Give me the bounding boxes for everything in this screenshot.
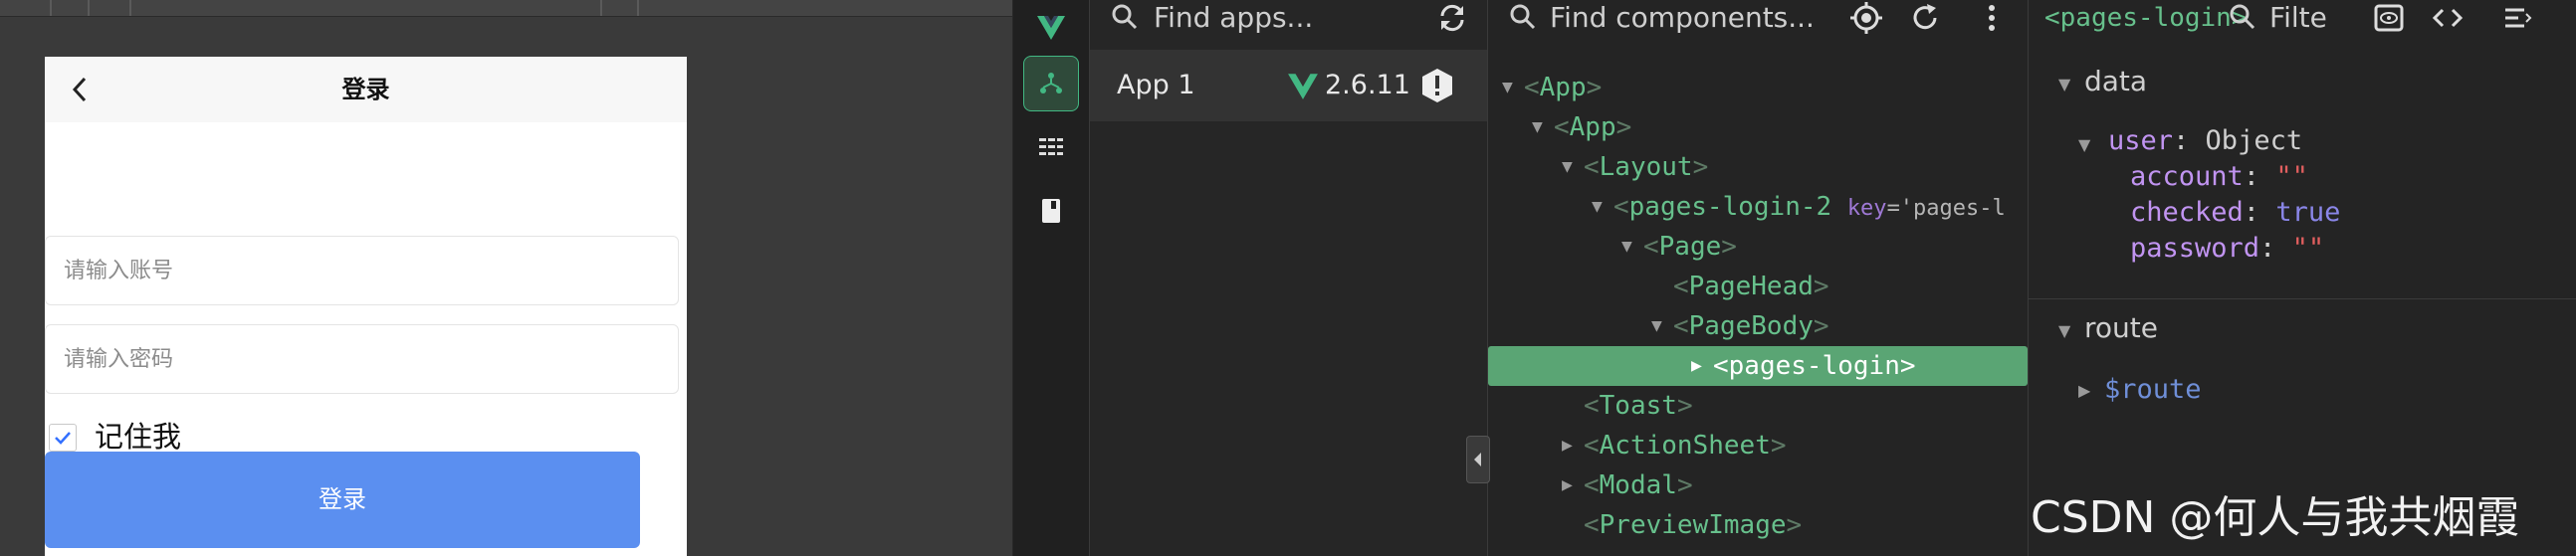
page-title: 登录 <box>341 76 390 103</box>
data-section-title: data <box>2084 65 2148 97</box>
collapse-arrow-icon[interactable]: ▼ <box>1532 107 1552 147</box>
tree-node[interactable]: ▶ <ActionSheet> <box>1488 426 2028 465</box>
collapse-arrow-icon[interactable]: ▼ <box>1621 227 1641 267</box>
collapse-arrow-icon[interactable]: ▼ <box>1502 68 1522 107</box>
tree-node-label: <ActionSheet> <box>1584 431 1787 461</box>
search-icon <box>1112 4 1138 30</box>
tree-node-label: <Layout> <box>1584 152 1709 182</box>
navigation-bar: 登录 <box>45 57 687 122</box>
tree-node[interactable]: <PageHead> <box>1488 267 2028 306</box>
tree-node[interactable]: ▶ <Modal> <box>1488 465 2028 505</box>
code-icon[interactable] <box>2431 2 2465 34</box>
vue-logo-icon <box>1023 0 1079 56</box>
expand-arrow-icon[interactable]: ▶ <box>1691 346 1711 386</box>
tree-node-label: <App> <box>1524 73 1603 102</box>
phone-screen: 登录 请输入账号 请输入密码 记住我 登录 <box>45 57 687 556</box>
tree-node-label: <App> <box>1554 112 1632 142</box>
tree-node[interactable]: ▼ <Page> <box>1488 227 2028 267</box>
data-section: ▼ data ▼ user: Object account: "" checked… <box>2029 60 2576 299</box>
password-input[interactable]: 请输入密码 <box>45 324 679 394</box>
eye-icon[interactable] <box>2373 2 2405 34</box>
route-section-title: route <box>2084 311 2158 344</box>
expand-arrow-icon[interactable]: ▶ <box>2078 381 2090 400</box>
app-list-item[interactable]: App 1 2.6.11 <box>1090 50 1487 121</box>
apps-search[interactable]: Find apps... <box>1110 0 1468 36</box>
tree-node[interactable]: ▼ <pages-login-2 key='pages-l <box>1488 187 2028 227</box>
route-prop[interactable]: $route <box>2104 374 2202 405</box>
components-tree-icon[interactable] <box>1023 56 1079 111</box>
vue-version: 2.6.11 <box>1325 70 1410 100</box>
tree-node[interactable]: ▼ <Layout> <box>1488 147 2028 187</box>
tree-node[interactable]: <PreviewImage> <box>1488 505 2028 545</box>
selected-component-tag: <pages-login> <box>2044 3 2248 33</box>
simulator-area: 登录 请输入账号 请输入密码 记住我 登录 <box>0 0 1012 556</box>
target-icon[interactable] <box>1849 1 1883 35</box>
tree-node[interactable]: ▼ <App> <box>1488 68 2028 107</box>
chevron-left-icon <box>72 77 87 102</box>
warning-icon[interactable] <box>1419 68 1455 103</box>
inspector-filter-placeholder: Filte <box>2269 1 2327 34</box>
search-icon <box>1510 4 1536 30</box>
refresh-icon[interactable] <box>1436 2 1468 34</box>
book-icon[interactable] <box>1023 183 1079 239</box>
more-vertical-icon[interactable] <box>1986 2 1998 34</box>
account-input[interactable]: 请输入账号 <box>45 236 679 305</box>
user-prop[interactable]: user: Object <box>2108 125 2302 156</box>
inspector-filter[interactable]: Filte <box>2228 0 2357 36</box>
data-prop[interactable]: password: "" <box>2130 233 2324 264</box>
account-placeholder: 请输入账号 <box>64 259 174 283</box>
collapse-arrow-icon[interactable]: ▼ <box>2058 75 2070 93</box>
data-prop[interactable]: checked: true <box>2130 197 2340 228</box>
tree-node-label: <PageBody> <box>1673 311 1829 341</box>
checkbox[interactable] <box>49 424 77 452</box>
vue-logo-icon <box>1288 74 1318 99</box>
timeline-icon[interactable] <box>1023 119 1079 175</box>
checkmark-icon <box>55 432 71 445</box>
tree-node-label: <PreviewImage> <box>1584 510 1803 540</box>
back-button[interactable] <box>59 65 103 114</box>
route-section: ▼ route ▶ $route <box>2029 299 2576 419</box>
expand-arrow-icon[interactable]: ▶ <box>1562 426 1582 465</box>
tree-node[interactable]: ▼ <PageBody> <box>1488 306 2028 346</box>
tree-node[interactable]: ▼ <App> <box>1488 107 2028 147</box>
tree-node-label: <pages-login> <box>1713 351 1916 381</box>
data-prop[interactable]: account: "" <box>2130 161 2308 192</box>
inspector-pane: <pages-login> Filte ▼ data ▼ user: Objec… <box>2029 0 2576 556</box>
collapse-arrow-icon[interactable]: ▼ <box>1562 147 1582 187</box>
login-button[interactable]: 登录 <box>45 452 640 548</box>
refresh-icon[interactable] <box>1910 2 1942 34</box>
app-name: App 1 <box>1117 70 1195 100</box>
apps-search-placeholder: Find apps... <box>1154 1 1314 34</box>
tree-node-label: <Page> <box>1643 232 1737 262</box>
expand-arrow-icon[interactable]: ▶ <box>1562 465 1582 505</box>
components-search-placeholder: Find components... <box>1550 1 1815 34</box>
collapse-arrow-icon[interactable]: ▼ <box>2058 321 2070 340</box>
tree-node-label: <Toast> <box>1584 391 1693 421</box>
expand-arrow-icon[interactable]: ▼ <box>2078 135 2090 154</box>
collapse-arrow-icon[interactable]: ▼ <box>1651 306 1671 346</box>
component-tree-pane: Find components... ▼ <App> ▼ <App> ▼ <Layout>… <box>1488 0 2029 556</box>
tree-node[interactable]: ▶ <pages-login> <box>1488 346 2028 386</box>
password-placeholder: 请输入密码 <box>64 347 174 372</box>
list-icon[interactable] <box>2502 2 2534 34</box>
tree-node[interactable]: <Toast> <box>1488 386 2028 426</box>
tree-node-label: <pages-login-2 key='pages-l <box>1613 192 2006 222</box>
watermark: CSDN @何人与我共烟霞 <box>2031 492 2520 543</box>
collapse-arrow-icon[interactable]: ▼ <box>1592 187 1611 227</box>
collapse-pane-handle[interactable] <box>1466 436 1490 483</box>
chevron-left-icon <box>1474 453 1481 466</box>
tree-node-label: <PageHead> <box>1673 272 1829 301</box>
tree-node-label: <Modal> <box>1584 470 1693 500</box>
ruler <box>0 0 1012 17</box>
devtools-sidebar <box>1013 0 1090 556</box>
search-icon <box>2230 4 2255 30</box>
